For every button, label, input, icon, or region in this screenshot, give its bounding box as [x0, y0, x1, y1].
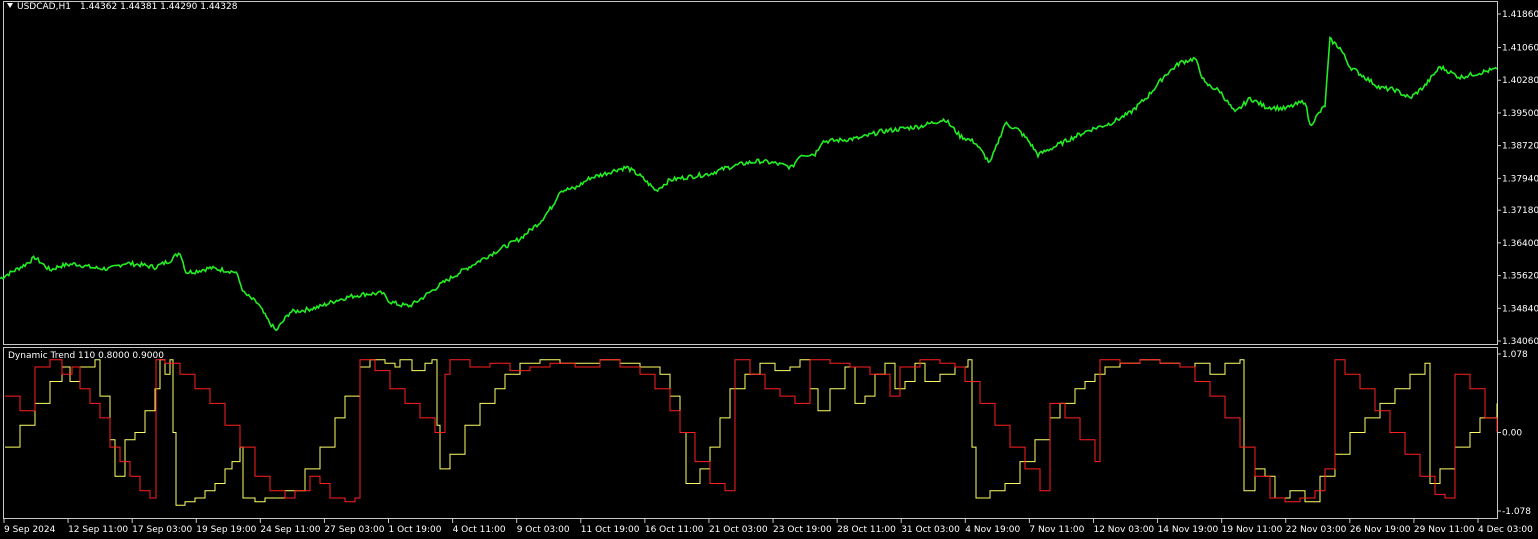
ohlc-values: 1.44362 1.44381 1.44290 1.44328	[80, 2, 238, 12]
time-tick-label: 19 Sep 19:00	[196, 525, 256, 535]
time-tick-label: 7 Nov 11:00	[1029, 525, 1084, 535]
price-tick-label: 1.40280	[1502, 76, 1538, 86]
time-tick-label: 23 Oct 19:00	[773, 525, 832, 535]
price-tick-label: 1.37940	[1502, 174, 1538, 184]
time-tick-label: 16 Oct 11:00	[645, 525, 704, 535]
time-tick-label: 1 Oct 19:00	[389, 525, 442, 535]
time-tick-label: 29 Nov 11:00	[1414, 525, 1475, 535]
price-tick-label: 1.35620	[1502, 272, 1538, 282]
symbol-label: USDCAD,H1	[17, 2, 71, 12]
chart-background	[0, 0, 1538, 539]
time-tick-label: 4 Oct 11:00	[453, 525, 506, 535]
indicator-label: Dynamic Trend 110 0.8000 0.9000	[8, 351, 164, 361]
time-tick-label: 12 Nov 03:00	[1093, 525, 1154, 535]
indicator-tick-label: 0.00	[1502, 429, 1522, 439]
time-tick-label: 4 Dec 03:00	[1478, 525, 1533, 535]
indicator-tick-label: 1.078	[1502, 350, 1528, 360]
time-tick-label: 27 Sep 03:00	[324, 525, 384, 535]
time-tick-label: 9 Sep 2024	[4, 525, 56, 535]
price-tick-label: 1.39500	[1502, 109, 1538, 119]
price-tick-label: 1.37180	[1502, 206, 1538, 216]
price-tick-label: 1.34060	[1502, 337, 1538, 347]
time-tick-label: 21 Oct 03:00	[709, 525, 768, 535]
time-tick-label: 12 Sep 11:00	[68, 525, 128, 535]
time-tick-label: 17 Sep 03:00	[132, 525, 192, 535]
price-tick-label: 1.41860	[1502, 10, 1538, 20]
time-tick-label: 31 Oct 03:00	[901, 525, 960, 535]
time-tick-label: 14 Nov 19:00	[1158, 525, 1219, 535]
time-tick-label: 4 Nov 19:00	[965, 525, 1020, 535]
time-tick-label: 22 Nov 03:00	[1286, 525, 1347, 535]
time-tick-label: 19 Nov 11:00	[1222, 525, 1283, 535]
trading-chart[interactable]: USDCAD,H1 1.44362 1.44381 1.44290 1.4432…	[0, 0, 1538, 539]
time-tick-label: 26 Nov 19:00	[1350, 525, 1411, 535]
price-tick-label: 1.41060	[1502, 44, 1538, 54]
time-tick-label: 9 Oct 03:00	[517, 525, 570, 535]
time-tick-label: 24 Sep 11:00	[260, 525, 320, 535]
price-tick-label: 1.38720	[1502, 142, 1538, 152]
indicator-tick-label: -1.078	[1502, 507, 1531, 517]
price-tick-label: 1.34840	[1502, 304, 1538, 314]
price-tick-label: 1.36400	[1502, 239, 1538, 249]
time-tick-label: 11 Oct 19:00	[581, 525, 640, 535]
time-tick-label: 28 Oct 11:00	[837, 525, 896, 535]
